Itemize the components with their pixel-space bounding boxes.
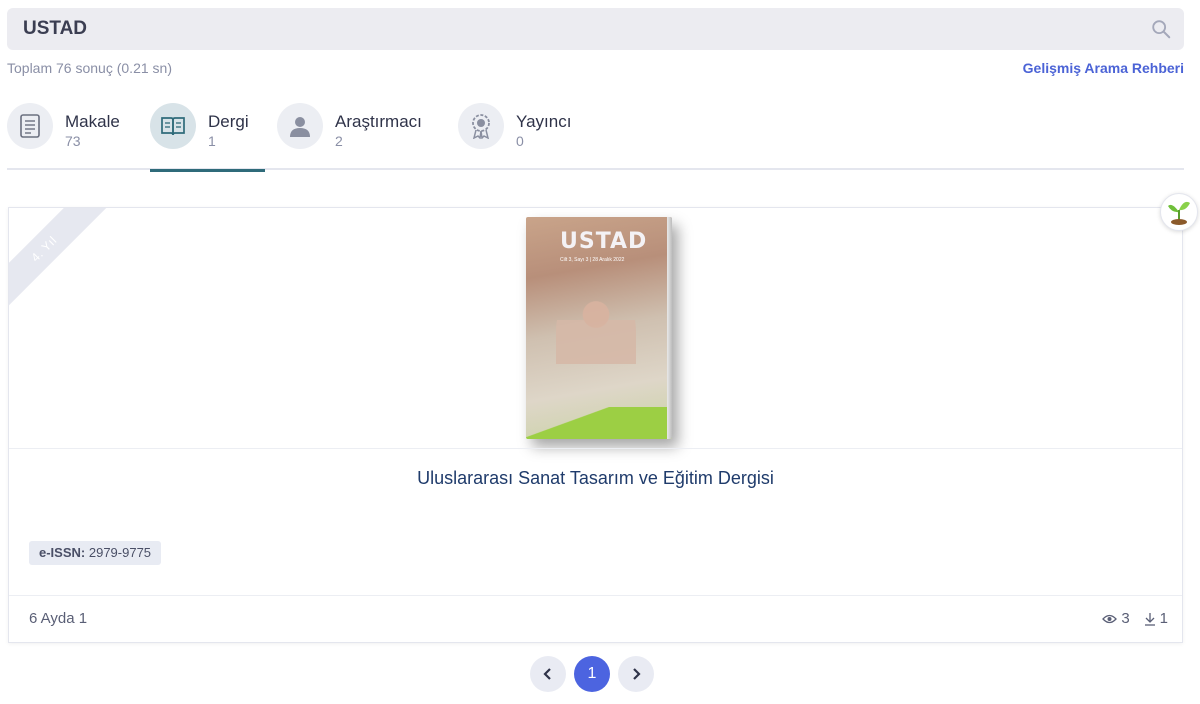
- tab-count: 0: [516, 133, 524, 149]
- journal-title[interactable]: Uluslararası Sanat Tasarım ve Eğitim Der…: [9, 468, 1182, 489]
- tab-makale[interactable]: Makale 73: [7, 100, 120, 170]
- eye-icon: [1102, 614, 1118, 623]
- divider: [9, 595, 1182, 596]
- page-button-current[interactable]: 1: [574, 656, 610, 692]
- year-ribbon: 4. Yıl: [9, 208, 108, 313]
- tab-label: Yayıncı: [516, 112, 572, 131]
- cover-title: USTAD: [560, 229, 648, 254]
- issn-label: e-ISSN:: [39, 545, 86, 560]
- journal-cover-image[interactable]: USTAD Cilt 3, Sayı 3 | 28 Aralık 2022: [526, 217, 672, 439]
- divider: [9, 448, 1182, 449]
- publication-frequency: 6 Ayda 1: [29, 610, 88, 627]
- tab-count: 1: [208, 133, 216, 149]
- cover-artwork: [556, 287, 636, 397]
- view-count: 3: [1121, 610, 1130, 627]
- journal-card[interactable]: 4. Yıl USTAD Cilt 3, Sayı 3 | 28 Aralık …: [8, 207, 1183, 643]
- search-bar: [7, 8, 1184, 50]
- cover-band: [526, 407, 672, 439]
- tab-yayinci[interactable]: Yayıncı 0: [458, 100, 571, 170]
- document-icon: [7, 103, 53, 149]
- issn-value: 2979-9775: [88, 545, 152, 560]
- tab-dergi[interactable]: Dergi 1: [150, 100, 265, 172]
- tab-label: Dergi: [208, 112, 249, 131]
- tab-count: 73: [65, 133, 81, 149]
- sprout-icon[interactable]: [1160, 193, 1198, 231]
- tab-arastirmaci[interactable]: Araştırmacı 2: [277, 100, 422, 170]
- result-summary: Toplam 76 sonuç (0.21 sn): [7, 60, 172, 76]
- next-page-button[interactable]: [618, 656, 654, 692]
- prev-page-button[interactable]: [530, 656, 566, 692]
- pagination: 1: [530, 656, 654, 692]
- tab-label: Makale: [65, 112, 120, 131]
- user-icon: [277, 103, 323, 149]
- search-icon[interactable]: [1150, 18, 1172, 40]
- download-icon: [1144, 612, 1155, 626]
- journal-stats: 3 1: [1102, 610, 1168, 627]
- download-count: 1: [1159, 610, 1168, 627]
- journal-icon: [150, 103, 196, 149]
- search-input[interactable]: [7, 8, 1137, 50]
- chevron-left-icon: [543, 668, 551, 680]
- tab-label: Araştırmacı: [335, 112, 422, 131]
- advanced-search-guide-link[interactable]: Gelişmiş Arama Rehberi: [1023, 60, 1184, 76]
- issn-badge: e-ISSN: 2979-9775: [29, 541, 162, 565]
- cover-spine: [667, 217, 672, 439]
- cover-subtitle: Cilt 3, Sayı 3 | 28 Aralık 2022: [560, 257, 625, 263]
- result-type-tabs: Makale 73 Dergi 1 Araştırmacı 2 Yayıncı …: [7, 100, 1184, 172]
- award-icon: [458, 103, 504, 149]
- chevron-right-icon: [633, 668, 641, 680]
- tab-count: 2: [335, 133, 343, 149]
